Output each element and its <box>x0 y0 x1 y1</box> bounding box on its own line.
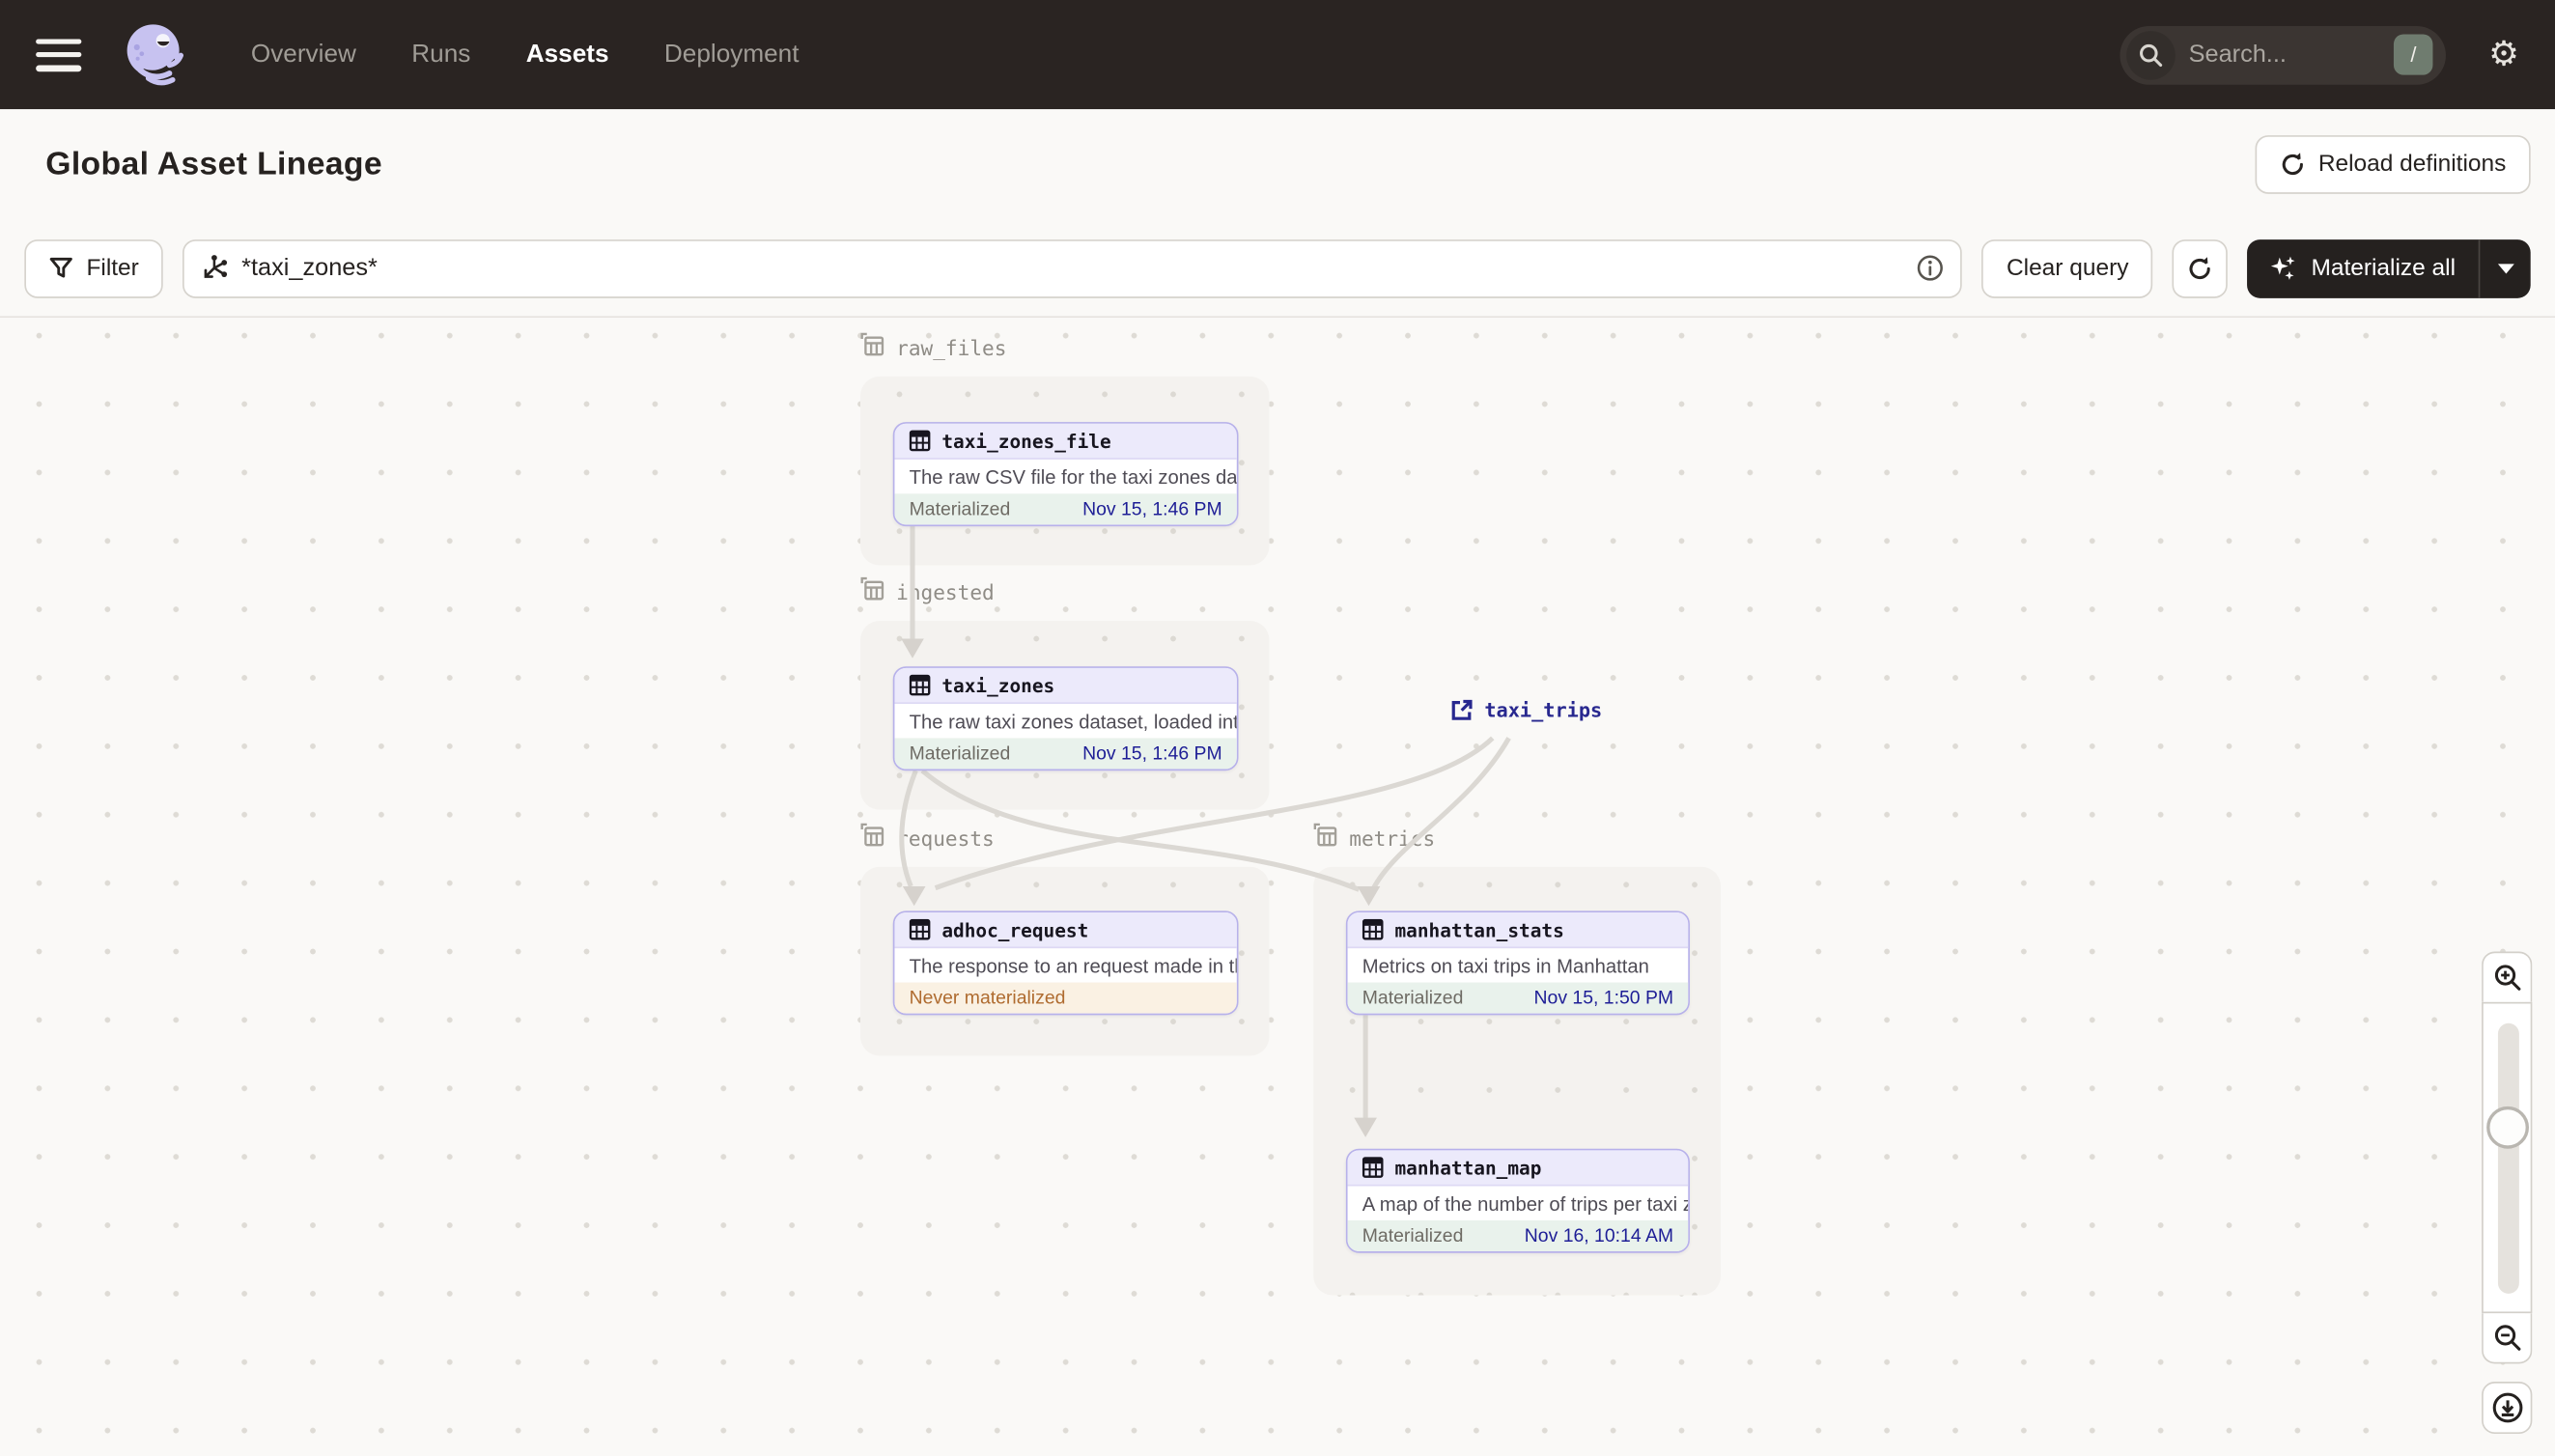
info-icon[interactable] <box>1917 254 1945 282</box>
materialization-timestamp[interactable]: Nov 15, 1:46 PM <box>1082 499 1222 518</box>
external-asset-taxi-trips[interactable]: taxi_trips <box>1450 699 1602 722</box>
group-name: metrics <box>1349 825 1436 851</box>
asset-node-adhoc-request[interactable]: adhoc_request The response to an request… <box>892 910 1239 1016</box>
zoom-in-button[interactable] <box>2482 951 2533 1002</box>
asset-group-icon <box>860 332 884 361</box>
page-header: Global Asset Lineage Reload definitions <box>0 109 2555 220</box>
lineage-toolbar: Filter Clear query <box>0 220 2555 319</box>
dagster-logo-icon[interactable] <box>121 18 192 90</box>
download-icon <box>2491 1392 2522 1423</box>
asset-description: The raw taxi zones dataset, loaded int..… <box>909 709 1237 733</box>
table-icon <box>909 430 931 452</box>
nav-deployment[interactable]: Deployment <box>664 40 800 69</box>
reload-definitions-button[interactable]: Reload definitions <box>2255 135 2531 194</box>
asset-name: manhattan_stats <box>1394 917 1564 941</box>
sparkles-icon <box>2271 256 2296 280</box>
status-badge: Never materialized <box>909 988 1066 1008</box>
asset-description: Metrics on taxi trips in Manhattan <box>1362 954 1649 977</box>
table-icon <box>1362 918 1384 940</box>
group-name: raw_files <box>896 334 1007 360</box>
zoom-slider[interactable] <box>2482 1001 2533 1314</box>
group-name: requests <box>896 825 995 851</box>
app-window: Overview Runs Assets Deployment / ⚙ Glob… <box>0 0 2555 1456</box>
materialization-timestamp[interactable]: Nov 15, 1:46 PM <box>1082 743 1222 763</box>
chevron-down-icon <box>2497 263 2513 273</box>
refresh-icon <box>2190 256 2211 279</box>
asset-group-icon <box>1313 823 1337 852</box>
filter-funnel-icon <box>49 257 72 278</box>
asset-node-taxi-zones-file[interactable]: taxi_zones_file The raw CSV file for the… <box>892 422 1239 527</box>
group-label-raw-files[interactable]: raw_files <box>860 332 1006 361</box>
materialization-timestamp[interactable]: Nov 15, 1:50 PM <box>1534 988 1674 1007</box>
group-label-metrics[interactable]: metrics <box>1313 823 1435 852</box>
status-badge: Materialized <box>1362 988 1464 1008</box>
refresh-button[interactable] <box>2173 238 2229 297</box>
search-input[interactable] <box>2188 41 2381 69</box>
asset-description: The raw CSV file for the taxi zones dat.… <box>909 464 1237 489</box>
asset-description: The response to an request made in th... <box>909 954 1237 977</box>
global-search[interactable]: / <box>2120 25 2447 84</box>
materialize-options-caret[interactable] <box>2478 238 2531 297</box>
page-title: Global Asset Lineage <box>45 146 382 182</box>
zoom-in-icon <box>2494 965 2520 991</box>
asset-node-taxi-zones[interactable]: taxi_zones The raw taxi zones dataset, l… <box>892 666 1239 771</box>
nav-assets[interactable]: Assets <box>526 40 609 69</box>
asset-selection-input-wrap <box>182 238 1963 297</box>
lineage-edges <box>899 526 1511 1137</box>
primary-nav: Overview Runs Assets Deployment <box>251 40 800 69</box>
status-badge: Materialized <box>1362 1225 1464 1246</box>
materialize-all-split-button: Materialize all <box>2247 238 2531 297</box>
asset-node-manhattan-stats[interactable]: manhattan_stats Metrics on taxi trips in… <box>1345 910 1690 1016</box>
external-link-icon <box>1451 699 1473 720</box>
search-icon <box>2126 30 2176 79</box>
lineage-canvas[interactable]: raw_files ingested requests metrics taxi… <box>0 318 2555 1456</box>
asset-name: taxi_trips <box>1484 698 1603 722</box>
status-badge: Materialized <box>909 499 1011 519</box>
download-view-button[interactable] <box>2482 1382 2533 1434</box>
zoom-out-button[interactable] <box>2482 1313 2533 1364</box>
top-nav-bar: Overview Runs Assets Deployment / ⚙ <box>0 0 2555 110</box>
edge-taxitrips-stats <box>1371 737 1511 889</box>
table-icon <box>909 674 931 696</box>
zoom-slider-handle[interactable] <box>2486 1106 2529 1149</box>
zoom-slider-track[interactable] <box>2497 1022 2519 1294</box>
zoom-out-icon <box>2494 1325 2520 1351</box>
group-label-requests[interactable]: requests <box>860 823 995 852</box>
asset-selection-input[interactable] <box>241 254 1904 282</box>
group-label-ingested[interactable]: ingested <box>860 576 995 605</box>
asset-description: A map of the number of trips per taxi z.… <box>1362 1191 1689 1216</box>
asset-name: manhattan_map <box>1394 1156 1542 1179</box>
materialization-timestamp[interactable]: Nov 16, 10:14 AM <box>1525 1226 1673 1246</box>
hamburger-menu-icon[interactable] <box>36 38 82 71</box>
nav-overview[interactable]: Overview <box>251 40 356 69</box>
asset-group-icon <box>860 823 884 852</box>
asset-name: taxi_zones <box>941 673 1055 697</box>
clear-query-button[interactable]: Clear query <box>1981 238 2153 297</box>
table-icon <box>1362 1157 1384 1178</box>
asset-selection-icon <box>205 255 228 278</box>
asset-group-icon <box>860 576 884 605</box>
zoom-controls <box>2482 951 2533 1434</box>
filter-button[interactable]: Filter <box>24 238 164 297</box>
asset-name: taxi_zones_file <box>941 429 1111 453</box>
status-badge: Materialized <box>909 743 1011 764</box>
asset-name: adhoc_request <box>941 917 1089 941</box>
asset-node-manhattan-map[interactable]: manhattan_map A map of the number of tri… <box>1345 1148 1690 1253</box>
search-shortcut-badge: / <box>2394 34 2433 75</box>
group-name: ingested <box>896 578 995 604</box>
settings-gear-icon[interactable]: ⚙ <box>2488 38 2519 71</box>
materialize-all-button[interactable]: Materialize all <box>2248 238 2479 297</box>
reload-icon <box>2282 153 2303 176</box>
table-icon <box>909 918 931 940</box>
nav-runs[interactable]: Runs <box>411 40 470 69</box>
